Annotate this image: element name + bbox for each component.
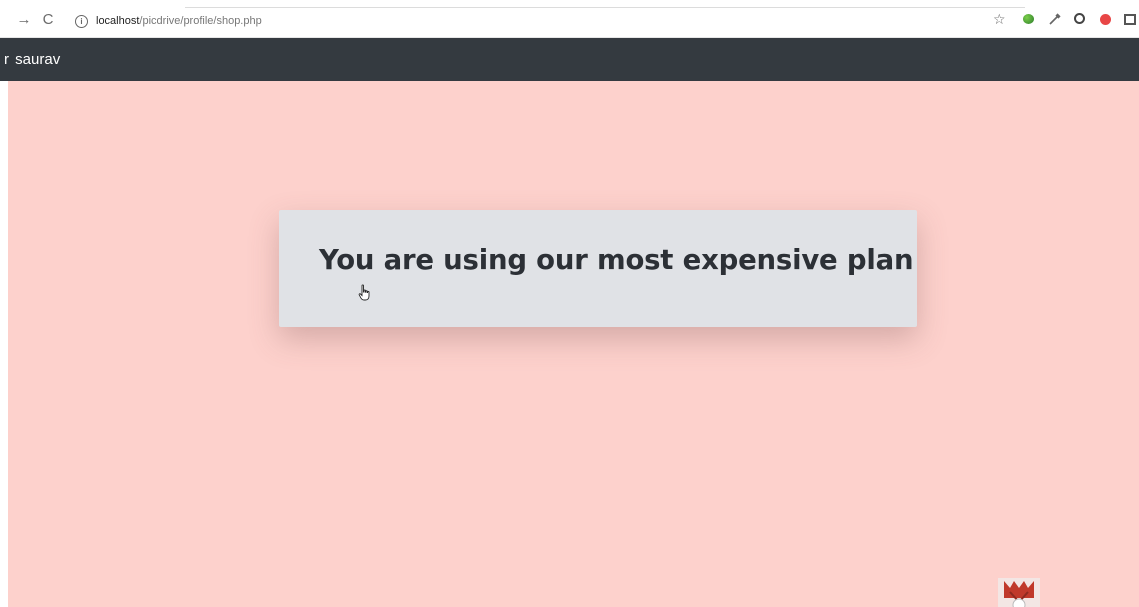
brand-prefix: r bbox=[4, 51, 9, 68]
red-extension-icon[interactable] bbox=[1100, 14, 1111, 25]
reload-icon[interactable]: C bbox=[40, 12, 56, 28]
green-extension-icon[interactable] bbox=[1023, 14, 1034, 24]
url-path: /picdrive/profile/shop.php bbox=[139, 15, 262, 27]
plan-message: You are using our most expensive plan bbox=[319, 244, 914, 276]
square-extension-icon[interactable] bbox=[1124, 14, 1136, 25]
address-bar[interactable]: i localhost/picdrive/profile/shop.php bbox=[66, 11, 966, 31]
tab-strip-divider bbox=[185, 7, 1025, 8]
plan-card: You are using our most expensive plan bbox=[279, 210, 917, 327]
back-arrow-icon[interactable]: → bbox=[16, 12, 32, 28]
app-navbar: r saurav bbox=[0, 38, 1139, 81]
url-host: localhost bbox=[96, 15, 140, 27]
navbar-brand[interactable]: r saurav bbox=[0, 38, 60, 81]
swirl-extension-icon[interactable] bbox=[1074, 13, 1085, 24]
bookmark-star-icon[interactable]: ☆ bbox=[993, 12, 1007, 26]
left-gutter bbox=[0, 81, 8, 607]
eyedropper-icon[interactable] bbox=[1048, 12, 1062, 26]
watermark-logo bbox=[998, 578, 1040, 607]
hand-cursor-icon bbox=[358, 284, 370, 301]
page-body bbox=[8, 81, 1139, 607]
info-icon[interactable]: i bbox=[75, 14, 88, 28]
navbar-username: saurav bbox=[15, 51, 61, 68]
browser-toolbar: → C i localhost/picdrive/profile/shop.ph… bbox=[0, 0, 1139, 38]
